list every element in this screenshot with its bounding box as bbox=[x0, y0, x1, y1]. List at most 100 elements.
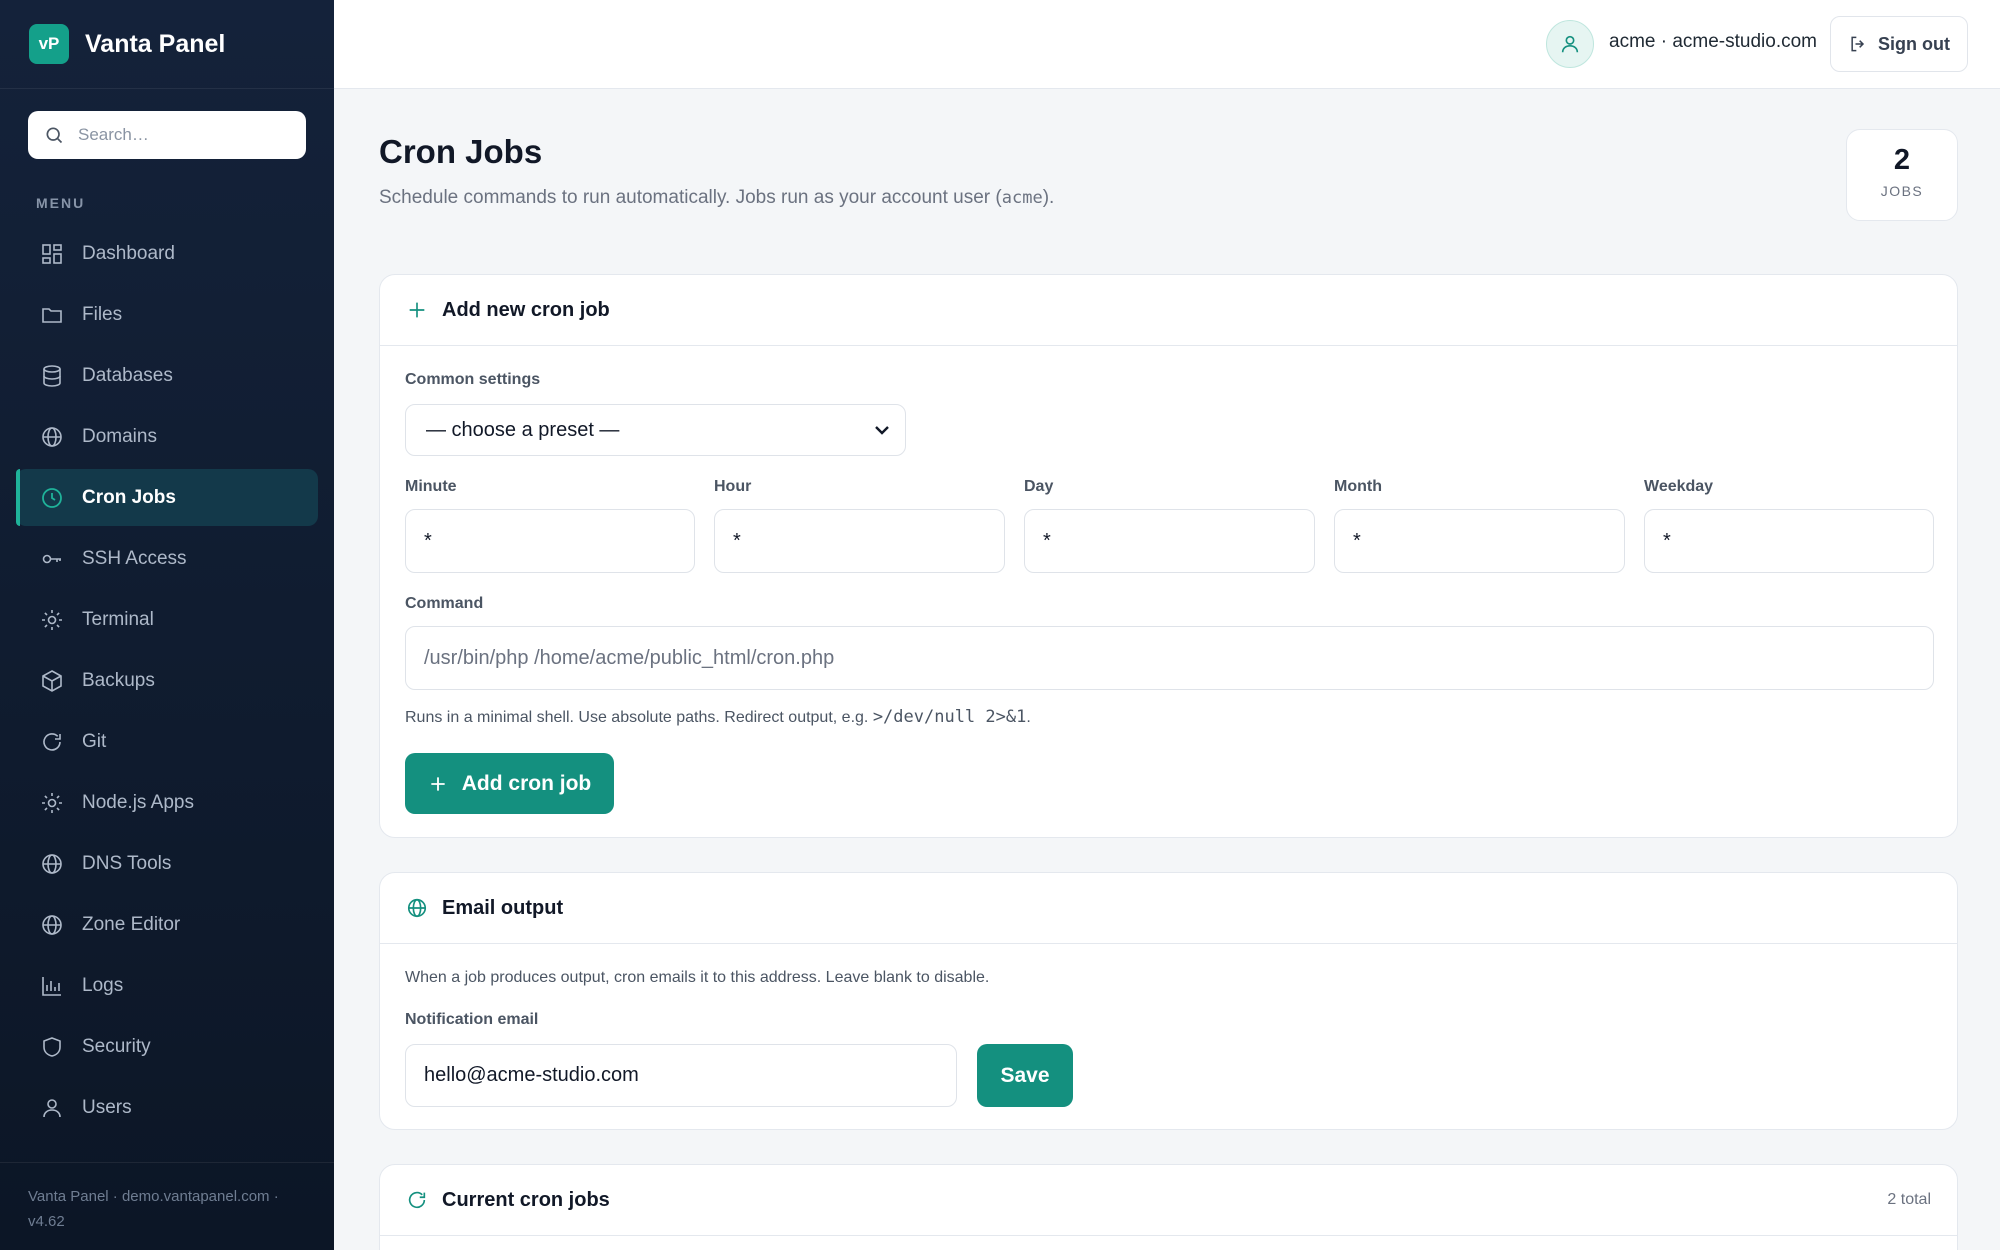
card-title: Add new cron job bbox=[442, 298, 610, 321]
box-icon bbox=[42, 669, 62, 692]
brand-logo: vP bbox=[29, 24, 69, 64]
notification-email-label: Notification email bbox=[405, 1011, 539, 1028]
hour-input[interactable] bbox=[733, 529, 1004, 553]
clock-icon bbox=[42, 487, 62, 508]
sidebar-item-users[interactable]: Users bbox=[16, 1079, 318, 1136]
sidebar-item-label: Dashboard bbox=[82, 242, 175, 264]
sidebar-item-logs[interactable]: Logs bbox=[16, 957, 318, 1014]
preset-select[interactable]: — choose a preset — bbox=[405, 404, 906, 456]
globe-icon bbox=[407, 898, 427, 918]
save-button[interactable]: Save bbox=[977, 1044, 1073, 1107]
add-cron-card-header: Add new cron job bbox=[380, 275, 1957, 346]
day-input[interactable] bbox=[1043, 529, 1314, 553]
sign-out-label: Sign out bbox=[1878, 33, 1950, 54]
sidebar-item-label: DNS Tools bbox=[82, 852, 172, 874]
hour-label: Hour bbox=[714, 478, 752, 495]
hour-field[interactable] bbox=[714, 509, 1005, 573]
sidebar-item-zone-editor[interactable]: Zone Editor bbox=[16, 896, 318, 953]
page-title: Cron Jobs bbox=[379, 133, 543, 170]
bar-chart-icon bbox=[42, 976, 61, 996]
avatar[interactable] bbox=[1546, 20, 1594, 68]
menu-label: MENU bbox=[36, 195, 86, 211]
current-cron-jobs-card: Current cron jobs 2 total bbox=[379, 1164, 1958, 1250]
brand[interactable]: vP Vanta Panel bbox=[0, 0, 334, 89]
day-label: Day bbox=[1024, 478, 1054, 495]
sidebar-item-cron-jobs[interactable]: Cron Jobs bbox=[16, 469, 318, 526]
add-cron-job-button[interactable]: Add cron job bbox=[405, 753, 614, 814]
add-cron-card: Add new cron job Common settings — choos… bbox=[379, 274, 1958, 838]
globe-icon bbox=[42, 426, 62, 447]
total-count: 2 total bbox=[1887, 1191, 1931, 1208]
notification-email-field[interactable] bbox=[405, 1044, 957, 1107]
sidebar-item-security[interactable]: Security bbox=[16, 1018, 318, 1075]
sidebar-item-label: Cron Jobs bbox=[82, 486, 176, 508]
search-input[interactable] bbox=[78, 125, 278, 145]
sidebar-item-nodejs-apps[interactable]: Node.js Apps bbox=[16, 774, 318, 831]
globe-icon bbox=[42, 853, 62, 874]
sidebar-item-label: Logs bbox=[82, 974, 124, 996]
hint-text: Runs in a minimal shell. Use absolute pa… bbox=[405, 709, 869, 726]
sidebar-item-databases[interactable]: Databases bbox=[16, 347, 318, 404]
sidebar-item-dns-tools[interactable]: DNS Tools bbox=[16, 835, 318, 892]
sidebar: vP Vanta Panel MENU Dashboard Files Data… bbox=[0, 0, 334, 1250]
minute-field[interactable] bbox=[405, 509, 695, 573]
user-icon bbox=[43, 1098, 61, 1117]
sidebar-item-label: Git bbox=[82, 730, 107, 752]
sidebar-item-ssh-access[interactable]: SSH Access bbox=[16, 530, 318, 587]
sidebar-item-dashboard[interactable]: Dashboard bbox=[16, 225, 318, 282]
subtitle-text: Schedule commands to run automatically. … bbox=[379, 187, 1002, 208]
common-settings-label: Common settings bbox=[405, 371, 541, 388]
hint-code: >/dev/null 2>&1 bbox=[872, 707, 1027, 727]
sidebar-item-label: Zone Editor bbox=[82, 913, 181, 935]
chevron-down-icon bbox=[875, 426, 889, 435]
footer-line-2: v4.62 bbox=[28, 1213, 65, 1230]
weekday-field[interactable] bbox=[1644, 509, 1934, 573]
sign-out-icon bbox=[1851, 36, 1865, 52]
key-icon bbox=[42, 554, 61, 563]
sun-icon bbox=[42, 609, 62, 630]
sidebar-item-label: Users bbox=[82, 1096, 132, 1118]
refresh-icon bbox=[43, 732, 61, 751]
sidebar-item-files[interactable]: Files bbox=[16, 286, 318, 343]
sidebar-item-terminal[interactable]: Terminal bbox=[16, 591, 318, 648]
month-field[interactable] bbox=[1334, 509, 1625, 573]
sign-out-button[interactable]: Sign out bbox=[1830, 16, 1968, 72]
page-subtitle: Schedule commands to run automatically. … bbox=[379, 187, 1054, 209]
card-title: Current cron jobs bbox=[442, 1188, 610, 1211]
sidebar-item-label: Terminal bbox=[82, 608, 154, 630]
user-icon bbox=[1561, 35, 1579, 53]
minute-input[interactable] bbox=[424, 529, 694, 553]
sidebar-item-domains[interactable]: Domains bbox=[16, 408, 318, 465]
jobs-label: JOBS bbox=[1880, 183, 1924, 199]
day-field[interactable] bbox=[1024, 509, 1315, 573]
command-field[interactable] bbox=[405, 626, 1934, 690]
sidebar-item-label: SSH Access bbox=[82, 547, 187, 569]
plus-icon bbox=[431, 776, 445, 791]
hint-end: . bbox=[1026, 709, 1031, 726]
globe-icon bbox=[42, 914, 62, 935]
month-label: Month bbox=[1334, 478, 1382, 495]
weekday-input[interactable] bbox=[1663, 529, 1933, 553]
sidebar-item-label: Domains bbox=[82, 425, 157, 447]
sidebar-footer: Vanta Panel · demo.vantapanel.com · v4.6… bbox=[0, 1162, 334, 1250]
sidebar-item-label: Security bbox=[82, 1035, 151, 1057]
topbar: acme · acme-studio.com Sign out bbox=[334, 0, 2000, 89]
sun-icon bbox=[42, 792, 62, 813]
search-box[interactable] bbox=[28, 111, 306, 159]
sidebar-item-backups[interactable]: Backups bbox=[16, 652, 318, 709]
month-input[interactable] bbox=[1353, 529, 1624, 553]
sidebar-item-git[interactable]: Git bbox=[16, 713, 318, 770]
command-input[interactable] bbox=[424, 646, 1933, 670]
email-output-card-header: Email output bbox=[380, 873, 1957, 944]
database-icon bbox=[43, 364, 61, 387]
search-icon bbox=[46, 127, 63, 144]
card-title: Email output bbox=[442, 896, 564, 919]
account-label: acme · acme-studio.com bbox=[1609, 31, 1818, 52]
email-output-card: Email output When a job produces output,… bbox=[379, 872, 1958, 1130]
notification-email-input[interactable] bbox=[424, 1064, 956, 1087]
jobs-count: 2 bbox=[1893, 144, 1911, 176]
sidebar-item-label: Databases bbox=[82, 364, 173, 386]
sidebar-item-label: Node.js Apps bbox=[82, 791, 194, 813]
footer-line-1: Vanta Panel · demo.vantapanel.com · bbox=[28, 1188, 279, 1205]
current-cron-jobs-header: Current cron jobs bbox=[380, 1165, 1957, 1236]
